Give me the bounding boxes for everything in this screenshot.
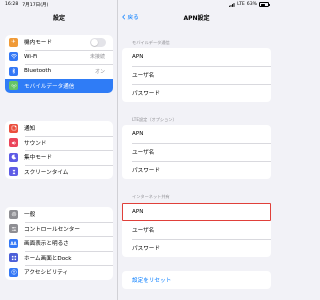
settings-group-connectivity: ✈ 機内モード Wi-Fi 未接続 Bluetooth オン モバイルデータ通信: [5, 35, 113, 93]
username-field[interactable]: ユーザ名: [122, 221, 271, 239]
status-time: 16:28: [5, 2, 19, 7]
sidebar-item-general[interactable]: 一般: [5, 207, 113, 222]
battery-icon: [259, 2, 270, 7]
username-field[interactable]: ユーザ名: [122, 143, 271, 161]
accessibility-icon: [9, 267, 18, 277]
page-title: APN設定: [183, 15, 210, 22]
bluetooth-icon: [9, 66, 18, 76]
speaker-icon: [9, 138, 18, 148]
sidebar-item-wifi[interactable]: Wi-Fi 未接続: [5, 49, 113, 65]
apn-group-hotspot: APN ユーザ名 パスワード: [122, 203, 271, 257]
sidebar-item-control-center[interactable]: コントロールセンター: [5, 221, 113, 237]
bluetooth-status: オン: [94, 68, 105, 75]
sidebar-item-label: Wi-Fi: [24, 53, 38, 60]
sidebar-item-label: Bluetooth: [24, 68, 52, 75]
sidebar-item-display-brightness[interactable]: AA 画面表示と明るさ: [5, 236, 113, 251]
sidebar-item-screen-time[interactable]: スクリーンタイム: [5, 164, 113, 180]
gear-icon: [9, 209, 18, 219]
sidebar-item-sounds[interactable]: サウンド: [5, 135, 113, 151]
sidebar-item-bluetooth[interactable]: Bluetooth オン: [5, 64, 113, 79]
reset-group: 設定をリセット: [122, 271, 271, 289]
bell-icon: [9, 123, 18, 133]
section-header-hotspot: インターネット共有: [132, 194, 170, 199]
status-bar: 16:28 7月17日(月) LTE 63%: [0, 0, 275, 10]
apn-field[interactable]: APN: [122, 48, 271, 66]
sidebar-item-home-screen-dock[interactable]: ホーム画面とDock: [5, 250, 113, 266]
apn-settings-pane: 戻る APN設定 モバイルデータ通信 APN ユーザ名 パスワード LTE設定（…: [118, 0, 275, 300]
network-type: LTE: [237, 2, 245, 7]
section-header-mobile-data: モバイルデータ通信: [132, 40, 170, 45]
sidebar-item-mobile-data[interactable]: モバイルデータ通信: [5, 78, 113, 93]
sidebar-item-label: 通知: [24, 126, 36, 133]
apn-field[interactable]: APN: [122, 125, 271, 143]
apn-group-lte: APN ユーザ名 パスワード: [122, 125, 271, 179]
wifi-status: 未接続: [89, 54, 105, 61]
sidebar-item-label: スクリーンタイム: [24, 169, 69, 176]
password-field[interactable]: パスワード: [122, 161, 271, 179]
sidebar-item-label: モバイルデータ通信: [24, 83, 75, 90]
password-field[interactable]: パスワード: [122, 239, 271, 257]
apn-field[interactable]: APN: [122, 203, 271, 221]
hourglass-icon: [9, 167, 18, 177]
username-field[interactable]: ユーザ名: [122, 66, 271, 84]
wifi-icon: [9, 52, 18, 62]
sidebar-item-label: 一般: [24, 212, 36, 219]
status-date: 7月17日(月): [22, 3, 49, 8]
sidebar-item-label: コントロールセンター: [24, 226, 80, 233]
signal-bars-icon: [229, 2, 235, 7]
settings-group-notifications: 通知 サウンド 集中モード スクリーンタイム: [5, 121, 113, 179]
sidebar-item-notifications[interactable]: 通知: [5, 121, 113, 136]
sidebar-item-airplane-mode[interactable]: ✈ 機内モード: [5, 35, 113, 50]
airplane-mode-toggle[interactable]: [90, 37, 106, 47]
text-size-icon: AA: [9, 238, 18, 248]
settings-sidebar: 設定 ✈ 機内モード Wi-Fi 未接続 Bluetooth オン モバイルデー…: [0, 0, 118, 300]
reset-settings-button[interactable]: 設定をリセット: [122, 271, 271, 289]
grid-icon: [9, 253, 18, 263]
sidebar-item-label: 機内モード: [24, 40, 52, 47]
sidebar-item-label: 集中モード: [24, 155, 52, 162]
password-field[interactable]: パスワード: [122, 84, 271, 102]
sidebar-item-label: アクセシビリティ: [24, 270, 69, 277]
sidebar-item-focus[interactable]: 集中モード: [5, 150, 113, 165]
sidebar-title: 設定: [52, 15, 65, 22]
section-header-lte: LTE設定（オプション）: [132, 117, 177, 122]
sidebar-item-label: ホーム画面とDock: [24, 255, 72, 262]
airplane-icon: ✈: [9, 37, 18, 47]
settings-group-general: 一般 コントロールセンター AA 画面表示と明るさ ホーム画面とDock アクセ…: [5, 207, 113, 280]
sidebar-item-accessibility[interactable]: アクセシビリティ: [5, 265, 113, 280]
moon-icon: [9, 152, 18, 162]
sidebar-item-label: サウンド: [24, 140, 47, 147]
battery-percent: 63%: [246, 2, 257, 7]
sidebar-item-label: 画面表示と明るさ: [24, 241, 69, 248]
sliders-icon: [9, 224, 18, 234]
antenna-icon: [9, 81, 18, 91]
apn-group-mobile-data: APN ユーザ名 パスワード: [122, 48, 271, 102]
